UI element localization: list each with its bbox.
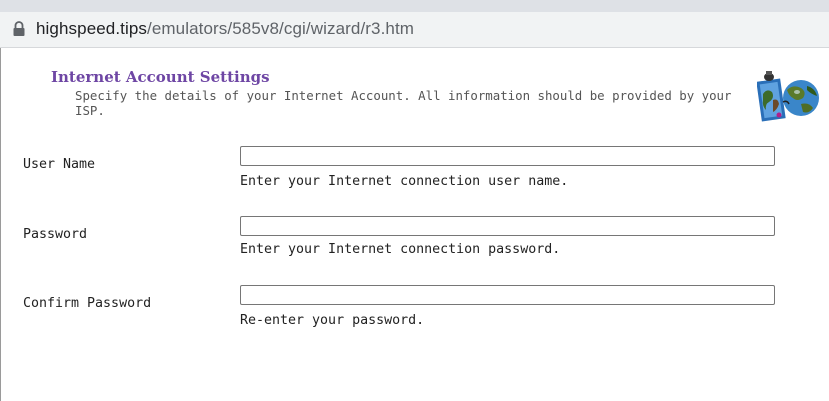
url-path: /emulators/585v8/cgi/wizard/r3.htm (147, 19, 415, 38)
password-input[interactable] (240, 216, 775, 236)
globe-icon (756, 68, 829, 124)
address-bar[interactable]: highspeed.tips/emulators/585v8/cgi/wizar… (0, 12, 829, 48)
page: highspeed.tips/emulators/585v8/cgi/wizar… (0, 0, 829, 401)
password-hint: Enter your Internet connection password. (240, 242, 561, 257)
frame-left-border (0, 48, 1, 401)
url-host: highspeed.tips (36, 19, 148, 38)
user-name-label: User Name (23, 157, 96, 172)
confirm-password-input[interactable] (240, 285, 775, 305)
url-text[interactable]: highspeed.tips/emulators/585v8/cgi/wizar… (36, 19, 414, 39)
confirm-password-hint: Re-enter your password. (240, 313, 425, 328)
lock-icon[interactable] (11, 20, 27, 38)
confirm-password-label: Confirm Password (23, 296, 152, 311)
page-description: Specify the details of your Internet Acc… (75, 88, 732, 118)
page-title: Internet Account Settings (51, 68, 270, 86)
user-name-input[interactable] (240, 146, 775, 166)
user-name-hint: Enter your Internet connection user name… (240, 174, 569, 189)
browser-tab-strip (0, 0, 829, 12)
password-label: Password (23, 227, 88, 242)
